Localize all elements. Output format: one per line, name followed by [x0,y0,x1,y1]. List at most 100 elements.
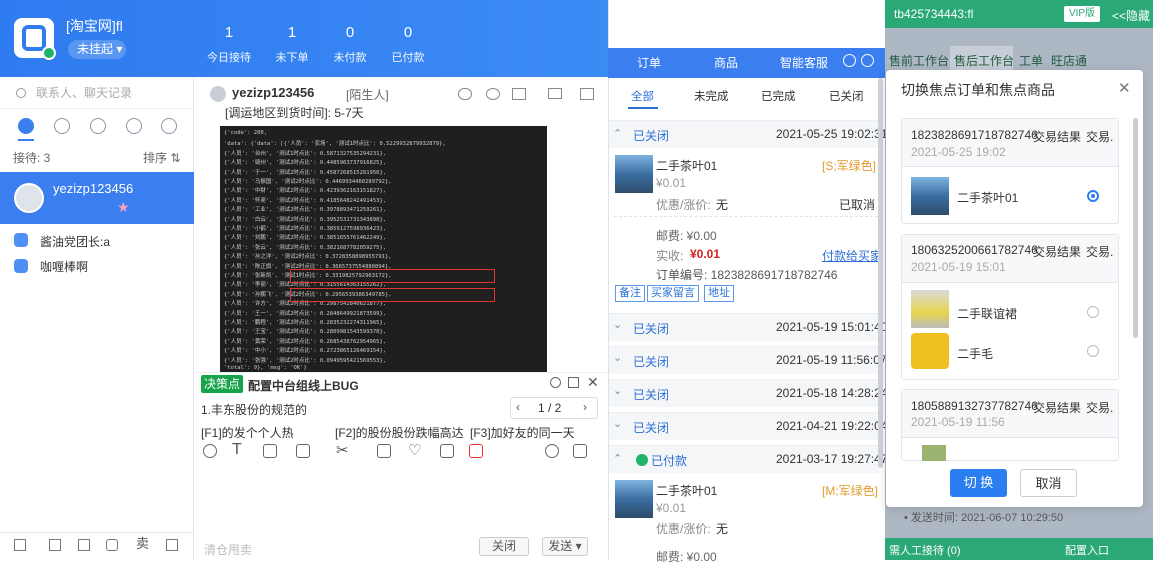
settings-icon[interactable] [573,444,587,458]
scissors-icon[interactable]: ✂ [336,441,349,459]
product-radio[interactable] [1087,345,1099,357]
order-time: 2021-04-21 19:22:04 [776,419,888,433]
expand-icon[interactable]: ⌄ [613,384,622,397]
hide-panel-link[interactable]: <<隐藏 [1112,7,1150,24]
search-input[interactable]: 联系人、聊天记录 [0,77,194,109]
manual-reception[interactable]: 需人工接待 (0) [889,542,961,558]
contact-row[interactable]: 咖喱棒啊 [0,254,194,280]
refresh-icon[interactable] [843,54,856,67]
code-line: {'人员': '怀尧', '测试2时点比': 0.418564824249145… [224,197,387,204]
order-status: 已付款 [651,454,688,468]
order-number[interactable]: 订单编号: 1823828691718782746 [656,266,837,283]
scrollbar[interactable] [878,78,883,468]
dialog-scrollbar[interactable] [1133,118,1138,338]
code-line: 'data': {'data': [{'人员': '农场', '测试1时点比':… [224,141,446,148]
option-f2[interactable]: [F2]的股份股份跌幅高达 [335,424,464,441]
buyer-message-tag[interactable]: 买家留言 [647,285,699,302]
stat-unpaid[interactable]: 0 未付款 [320,22,380,65]
tab-wangdiantong[interactable]: 旺店通 [1051,52,1087,69]
code-screenshot-image[interactable]: {'code': 200, 'data': {'data': [{'人员': '… [220,126,547,372]
forward-icon[interactable] [545,444,559,458]
folder-icon[interactable] [296,444,310,458]
mail-icon[interactable] [78,539,90,551]
add-contact-icon[interactable] [486,88,500,100]
tab-orders[interactable]: 订单 [637,54,661,71]
collapse-icon[interactable]: ⌃ [613,452,622,465]
tab-presale[interactable]: 售前工作台 [889,52,949,69]
shop-icon[interactable] [106,539,118,551]
person-tab-icon[interactable] [90,118,106,134]
send-button[interactable]: 发送 ▾ [542,537,588,556]
group-tab-icon[interactable] [126,118,142,134]
close-icon[interactable]: ✕ [1118,79,1131,97]
send-dropdown-arrow[interactable]: ▾ [576,539,582,553]
cancel-button[interactable]: 取消 [1020,469,1077,497]
subtab-complete[interactable]: 已完成 [761,88,796,104]
chat-message-title: [调运地区到货时间]: 5-7天 [225,106,364,120]
emoji-icon[interactable] [203,444,217,458]
sort-button[interactable]: 排序 ⇅ [143,149,180,166]
list-icon[interactable] [14,539,26,551]
org-tab-icon[interactable] [161,118,177,134]
edit-icon[interactable] [512,88,526,100]
heart-icon[interactable]: ♡ [408,441,421,459]
product-radio-selected[interactable] [1087,190,1099,202]
prev-page-icon[interactable]: ‹ [516,400,520,414]
code-line: {'人员': '白云', '测试2时点比': 0.395253173134389… [224,216,387,223]
expand-icon[interactable]: ⌄ [613,351,622,364]
video-icon[interactable] [548,88,562,99]
product-radio[interactable] [1087,306,1099,318]
stat-no-order[interactable]: 1 未下单 [262,22,322,65]
subtab-all[interactable]: 全部 [631,88,654,104]
expand-icon[interactable]: ⌄ [613,318,622,331]
subtab-incomplete[interactable]: 未完成 [694,88,729,104]
contact-name: 酱油党团长:a [40,235,111,249]
note-tag[interactable]: 备注 [615,285,645,302]
paid-check-icon [636,454,648,466]
text-format-icon[interactable]: T [232,441,242,459]
red-packet-icon[interactable] [469,444,483,458]
collapse-icon[interactable]: ⌃ [613,127,622,140]
card-result-label: 交易结果 [1033,130,1082,144]
subtab-closed[interactable]: 已关闭 [829,88,864,104]
sell-icon[interactable]: 卖 [136,537,150,551]
shop-logo-icon[interactable] [14,18,56,60]
tab-smart-service[interactable]: 智能客服 [780,54,828,71]
chat-bubble-icon[interactable] [458,88,472,100]
star-icon[interactable]: ★ [117,199,130,216]
hang-status-dropdown[interactable]: 未挂起 ▾ [68,40,126,59]
option-f1[interactable]: [F1]的发个个人热 [201,424,294,441]
product-name[interactable]: 二手茶叶01 [656,482,717,499]
option-f3[interactable]: [F3]加好友的同一天 [470,424,575,441]
message-input[interactable]: 清仓甩卖 [204,541,252,558]
phone-icon[interactable] [377,444,391,458]
close-button[interactable]: 关闭 [479,537,529,556]
contact-row[interactable]: 酱油党团长:a [0,227,194,253]
tab-workorder[interactable]: 工单 [1019,52,1043,69]
expand-icon[interactable]: ⌄ [613,417,622,430]
image-icon[interactable] [263,444,277,458]
vip-badge[interactable]: VIP版 [1064,6,1100,22]
add-icon[interactable] [49,539,61,551]
stat-paid[interactable]: 0 已付款 [378,22,438,65]
next-page-icon[interactable]: › [583,400,587,414]
calendar-icon[interactable] [440,444,454,458]
confirm-switch-button[interactable]: 切 换 [950,469,1007,497]
window-icon[interactable] [166,539,178,551]
add-icon[interactable] [861,54,874,67]
clock-tab-icon[interactable] [54,118,70,134]
tab-aftersale[interactable]: 售后工作台 [954,52,1014,69]
tab-products[interactable]: 商品 [714,54,738,71]
address-tag[interactable]: 地址 [704,285,734,302]
product-name[interactable]: 二手茶叶01 [656,157,717,174]
info-icon[interactable] [550,377,561,388]
pay-buyer-link[interactable]: 付款给买家 [822,247,882,264]
product-thumbnail[interactable] [615,480,653,518]
copy-icon[interactable] [568,377,579,388]
product-thumbnail[interactable] [615,155,653,193]
stat-today[interactable]: 1 今日接待 [199,22,259,65]
close-icon[interactable]: ✕ [587,374,599,391]
chat-tab-icon[interactable] [18,118,34,134]
config-entry[interactable]: 配置入口 [1065,542,1109,558]
screen-icon[interactable] [580,88,594,100]
